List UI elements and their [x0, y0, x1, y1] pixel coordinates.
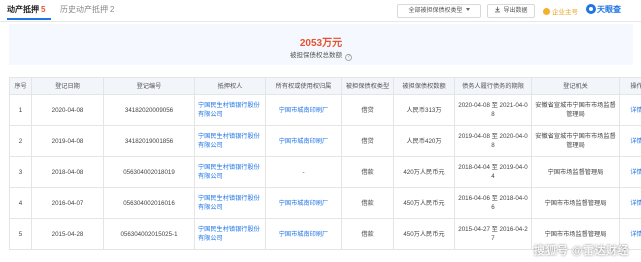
col-header-date: 登记日期	[31, 77, 104, 95]
cell-date: 2016-04-07	[31, 187, 104, 219]
cell-amount: 420万人民币元	[393, 156, 455, 188]
cell-date: 2018-04-08	[31, 156, 104, 188]
summary-panel: 2053万元 被担保债权总数额?	[9, 24, 633, 65]
cell-no: 4	[9, 187, 32, 219]
total-amount: 2053万元	[299, 38, 343, 49]
watermark: 搜狐号 @雷达财经	[533, 245, 629, 257]
vip-label: 企业主号	[552, 9, 578, 16]
cell-term: 2016-04-06 至 2018-04-06	[454, 187, 532, 219]
debt-type-filter-select[interactable]: 全部被担保债权类型	[397, 4, 481, 18]
col-header-no: 序号	[9, 77, 32, 95]
cell-amount: 450万人民币元	[393, 187, 455, 219]
detail-link[interactable]: 详情	[619, 94, 641, 126]
cell-mortgagee-link[interactable]: 宁国民生村镇银行股份有限公司	[194, 218, 266, 250]
table-row: 3 2018-04-08 056304002018019 宁国民生村镇银行股份有…	[9, 156, 641, 188]
tab-label: 动产抵押	[7, 5, 39, 14]
table-header-row: 序号 登记日期 登记编号 抵押权人 所有权或使用权归属 被担保债权类型 被担保债…	[9, 77, 641, 95]
tab-label: 历史动产抵押	[60, 5, 108, 14]
info-icon[interactable]: ?	[345, 54, 352, 61]
export-label: 导出数据	[503, 8, 528, 14]
cell-mortgagee-link[interactable]: 宁国民生村镇银行股份有限公司	[194, 94, 266, 126]
mortgage-table: 序号 登记日期 登记编号 抵押权人 所有权或使用权归属 被担保债权类型 被担保债…	[9, 77, 641, 250]
cell-owner: -	[265, 156, 342, 188]
cell-amount: 人民币420万	[393, 125, 455, 157]
detail-link[interactable]: 详情	[619, 125, 641, 157]
tab-chattel-mortgage[interactable]: 动产抵押 5	[7, 5, 45, 15]
export-button[interactable]: 导出数据	[487, 4, 535, 18]
cell-date: 2020-04-08	[31, 94, 104, 126]
col-header-reg-no: 登记编号	[103, 77, 195, 95]
cell-term: 2019-04-08 至 2020-04-08	[454, 125, 532, 157]
table-row: 1 2020-04-08 34182020009056 宁国民生村镇银行股份有限…	[9, 94, 641, 126]
cell-debt-type: 借贷	[341, 94, 394, 126]
cell-term: 2020-04-08 至 2021-04-08	[454, 94, 532, 126]
active-tab-indicator	[7, 18, 51, 20]
top-tab-bar: 动产抵押 5 历史动产抵押 2 全部被担保债权类型 导出数据 企业主号 天眼查	[0, 0, 641, 22]
tab-count: 5	[41, 5, 46, 14]
cell-reg-no: 056304002018019	[103, 156, 195, 188]
total-amount-label: 被担保债权总数额?	[9, 49, 633, 61]
col-header-term: 债务人履行债务的期限	[454, 77, 532, 95]
col-header-owner: 所有权或使用权归属	[265, 77, 342, 95]
cell-debt-type: 借款	[341, 218, 394, 250]
detail-link[interactable]: 详情	[619, 156, 641, 188]
table-row: 2 2019-04-08 34182019001856 宁国民生村镇银行股份有限…	[9, 125, 641, 157]
debt-type-filter-label: 全部被担保债权类型	[408, 8, 463, 14]
cell-amount: 人民币313万	[393, 94, 455, 126]
detail-link[interactable]: 详情	[619, 187, 641, 219]
cell-no: 5	[9, 218, 32, 250]
eye-logo-icon	[586, 4, 596, 14]
crown-icon	[543, 8, 550, 15]
brand-logo: 天眼查	[586, 4, 621, 15]
col-header-amount: 被担保债权数额	[393, 77, 455, 95]
cell-date: 2019-04-08	[31, 125, 104, 157]
cell-mortgagee-link[interactable]: 宁国民生村镇银行股份有限公司	[194, 187, 266, 219]
cell-authority: 安徽省宣城市宁国市市场监督管理局	[531, 125, 620, 157]
tab-count: 2	[110, 5, 115, 14]
cell-debt-type: 借款	[341, 187, 394, 219]
cell-authority: 安徽省宣城市宁国市市场监督管理局	[531, 94, 620, 126]
cell-reg-no: 056304002015025-1	[103, 218, 195, 250]
cell-amount: 450万人民币元	[393, 218, 455, 250]
cell-term: 2018-04-04 至 2019-04-04	[454, 156, 532, 188]
cell-reg-no: 34182020009056	[103, 94, 195, 126]
col-header-op: 操作	[619, 77, 641, 95]
col-header-authority: 登记机关	[531, 77, 620, 95]
cell-owner-link[interactable]: 宁国市城南印刷厂	[265, 125, 342, 157]
col-header-mortgagee: 抵押权人	[194, 77, 266, 95]
cell-reg-no: 056304002016016	[103, 187, 195, 219]
cell-no: 2	[9, 125, 32, 157]
cell-term: 2015-04-27 至 2016-04-27	[454, 218, 532, 250]
tab-historical-chattel-mortgage[interactable]: 历史动产抵押 2	[60, 5, 114, 15]
cell-no: 1	[9, 94, 32, 126]
cell-reg-no: 34182019001856	[103, 125, 195, 157]
download-icon	[495, 6, 501, 13]
cell-debt-type: 借款	[341, 156, 394, 188]
cell-date: 2015-04-28	[31, 218, 104, 250]
cell-owner-link[interactable]: 宁国市城南印刷厂	[265, 94, 342, 126]
cell-owner-link[interactable]: 宁国市城南印刷厂	[265, 187, 342, 219]
chevron-down-icon	[465, 8, 470, 11]
cell-no: 3	[9, 156, 32, 188]
table-row: 4 2016-04-07 056304002016016 宁国民生村镇银行股份有…	[9, 187, 641, 219]
cell-authority: 宁国市市场监督管理局	[531, 187, 620, 219]
brand-name: 天眼查	[597, 5, 621, 14]
total-amount-caption: 被担保债权总数额	[290, 52, 342, 59]
vip-link[interactable]: 企业主号	[543, 6, 578, 16]
cell-authority: 宁国市场监督管理局	[531, 156, 620, 188]
col-header-debt-type: 被担保债权类型	[341, 77, 394, 95]
cell-mortgagee-link[interactable]: 宁国民生村镇银行股份有限公司	[194, 125, 266, 157]
cell-owner-link[interactable]: 宁国市城南印刷厂	[265, 218, 342, 250]
cell-mortgagee-link[interactable]: 宁国民生村镇银行股份有限公司	[194, 156, 266, 188]
cell-debt-type: 借贷	[341, 125, 394, 157]
